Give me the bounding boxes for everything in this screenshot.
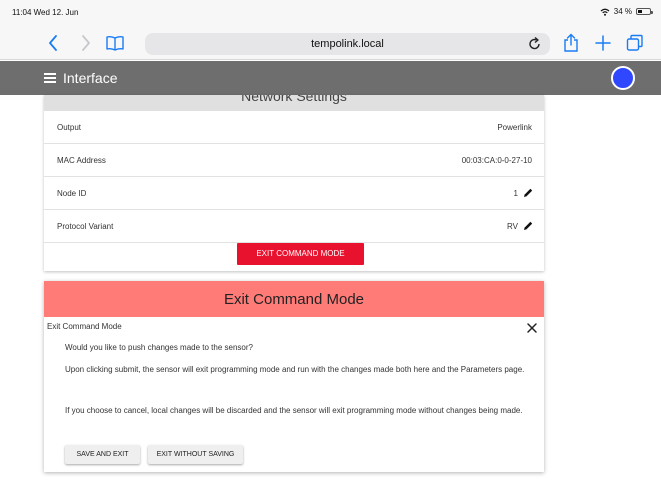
close-icon[interactable] bbox=[526, 322, 538, 334]
dialog-header: Exit Command Mode bbox=[44, 281, 544, 317]
bookmarks-button[interactable] bbox=[104, 32, 126, 54]
app-title: Interface bbox=[63, 70, 118, 86]
setting-value: 00:03:CA:0-0-27-10 bbox=[461, 156, 532, 165]
browser-toolbar: tempolink.local bbox=[0, 28, 661, 60]
setting-label: MAC Address bbox=[57, 156, 106, 165]
dialog-cancel-info: If you choose to cancel, local changes w… bbox=[65, 406, 523, 415]
hamburger-menu-icon[interactable] bbox=[44, 73, 56, 83]
setting-label: Node ID bbox=[57, 189, 87, 198]
setting-row-mac-address: MAC Address 00:03:CA:0-0-27-10 bbox=[44, 144, 544, 177]
new-tab-button[interactable] bbox=[592, 32, 614, 54]
status-indicators: 34 % bbox=[600, 7, 653, 16]
exit-command-mode-dialog: Exit Command Mode Exit Command Mode Woul… bbox=[44, 281, 544, 472]
back-button[interactable] bbox=[42, 32, 64, 54]
setting-value: RV bbox=[507, 222, 518, 231]
network-settings-title: Network Settings bbox=[241, 95, 347, 104]
status-bar: 11:04 Wed 12. Jun 34 % bbox=[0, 0, 661, 28]
setting-row-output: Output Powerlink bbox=[44, 111, 544, 144]
tabs-button[interactable] bbox=[624, 32, 646, 54]
setting-label: Output bbox=[57, 123, 82, 132]
forward-button[interactable] bbox=[75, 32, 97, 54]
dialog-submit-info: Upon clicking submit, the sensor will ex… bbox=[65, 365, 525, 374]
dialog-question: Would you like to push changes made to t… bbox=[65, 343, 253, 352]
battery-percent: 34 % bbox=[613, 7, 632, 16]
url-text: tempolink.local bbox=[311, 38, 384, 50]
connection-status-indicator[interactable] bbox=[611, 66, 635, 90]
setting-value: 1 bbox=[513, 189, 518, 198]
tabs-icon bbox=[626, 34, 643, 51]
pencil-icon[interactable] bbox=[522, 220, 534, 232]
app-header: Interface bbox=[0, 61, 661, 95]
chevron-left-icon bbox=[49, 35, 57, 51]
battery-icon bbox=[636, 8, 653, 15]
address-bar[interactable]: tempolink.local bbox=[145, 33, 550, 55]
share-button[interactable] bbox=[560, 32, 582, 54]
network-settings-header: Network Settings bbox=[44, 95, 544, 111]
exit-without-saving-button[interactable]: EXIT WITHOUT SAVING bbox=[148, 445, 243, 464]
chevron-right-icon bbox=[82, 35, 90, 51]
save-and-exit-button[interactable]: SAVE AND EXIT bbox=[65, 445, 140, 464]
setting-row-node-id: Node ID 1 bbox=[44, 177, 544, 210]
status-time: 11:04 Wed 12. Jun bbox=[12, 8, 79, 17]
dialog-subtitle: Exit Command Mode bbox=[47, 322, 122, 331]
pencil-icon[interactable] bbox=[522, 187, 534, 199]
book-icon bbox=[106, 35, 124, 51]
setting-row-protocol-variant: Protocol Variant RV bbox=[44, 210, 544, 243]
plus-icon bbox=[595, 35, 611, 51]
setting-value: Powerlink bbox=[497, 123, 532, 132]
wifi-icon bbox=[600, 8, 610, 16]
setting-label: Protocol Variant bbox=[57, 222, 114, 231]
network-settings-card: Network Settings Output Powerlink MAC Ad… bbox=[44, 95, 544, 271]
exit-command-mode-button[interactable]: EXIT COMMAND MODE bbox=[237, 243, 364, 265]
share-icon bbox=[564, 33, 578, 52]
dialog-title: Exit Command Mode bbox=[223, 291, 365, 308]
reload-icon[interactable] bbox=[528, 36, 542, 52]
